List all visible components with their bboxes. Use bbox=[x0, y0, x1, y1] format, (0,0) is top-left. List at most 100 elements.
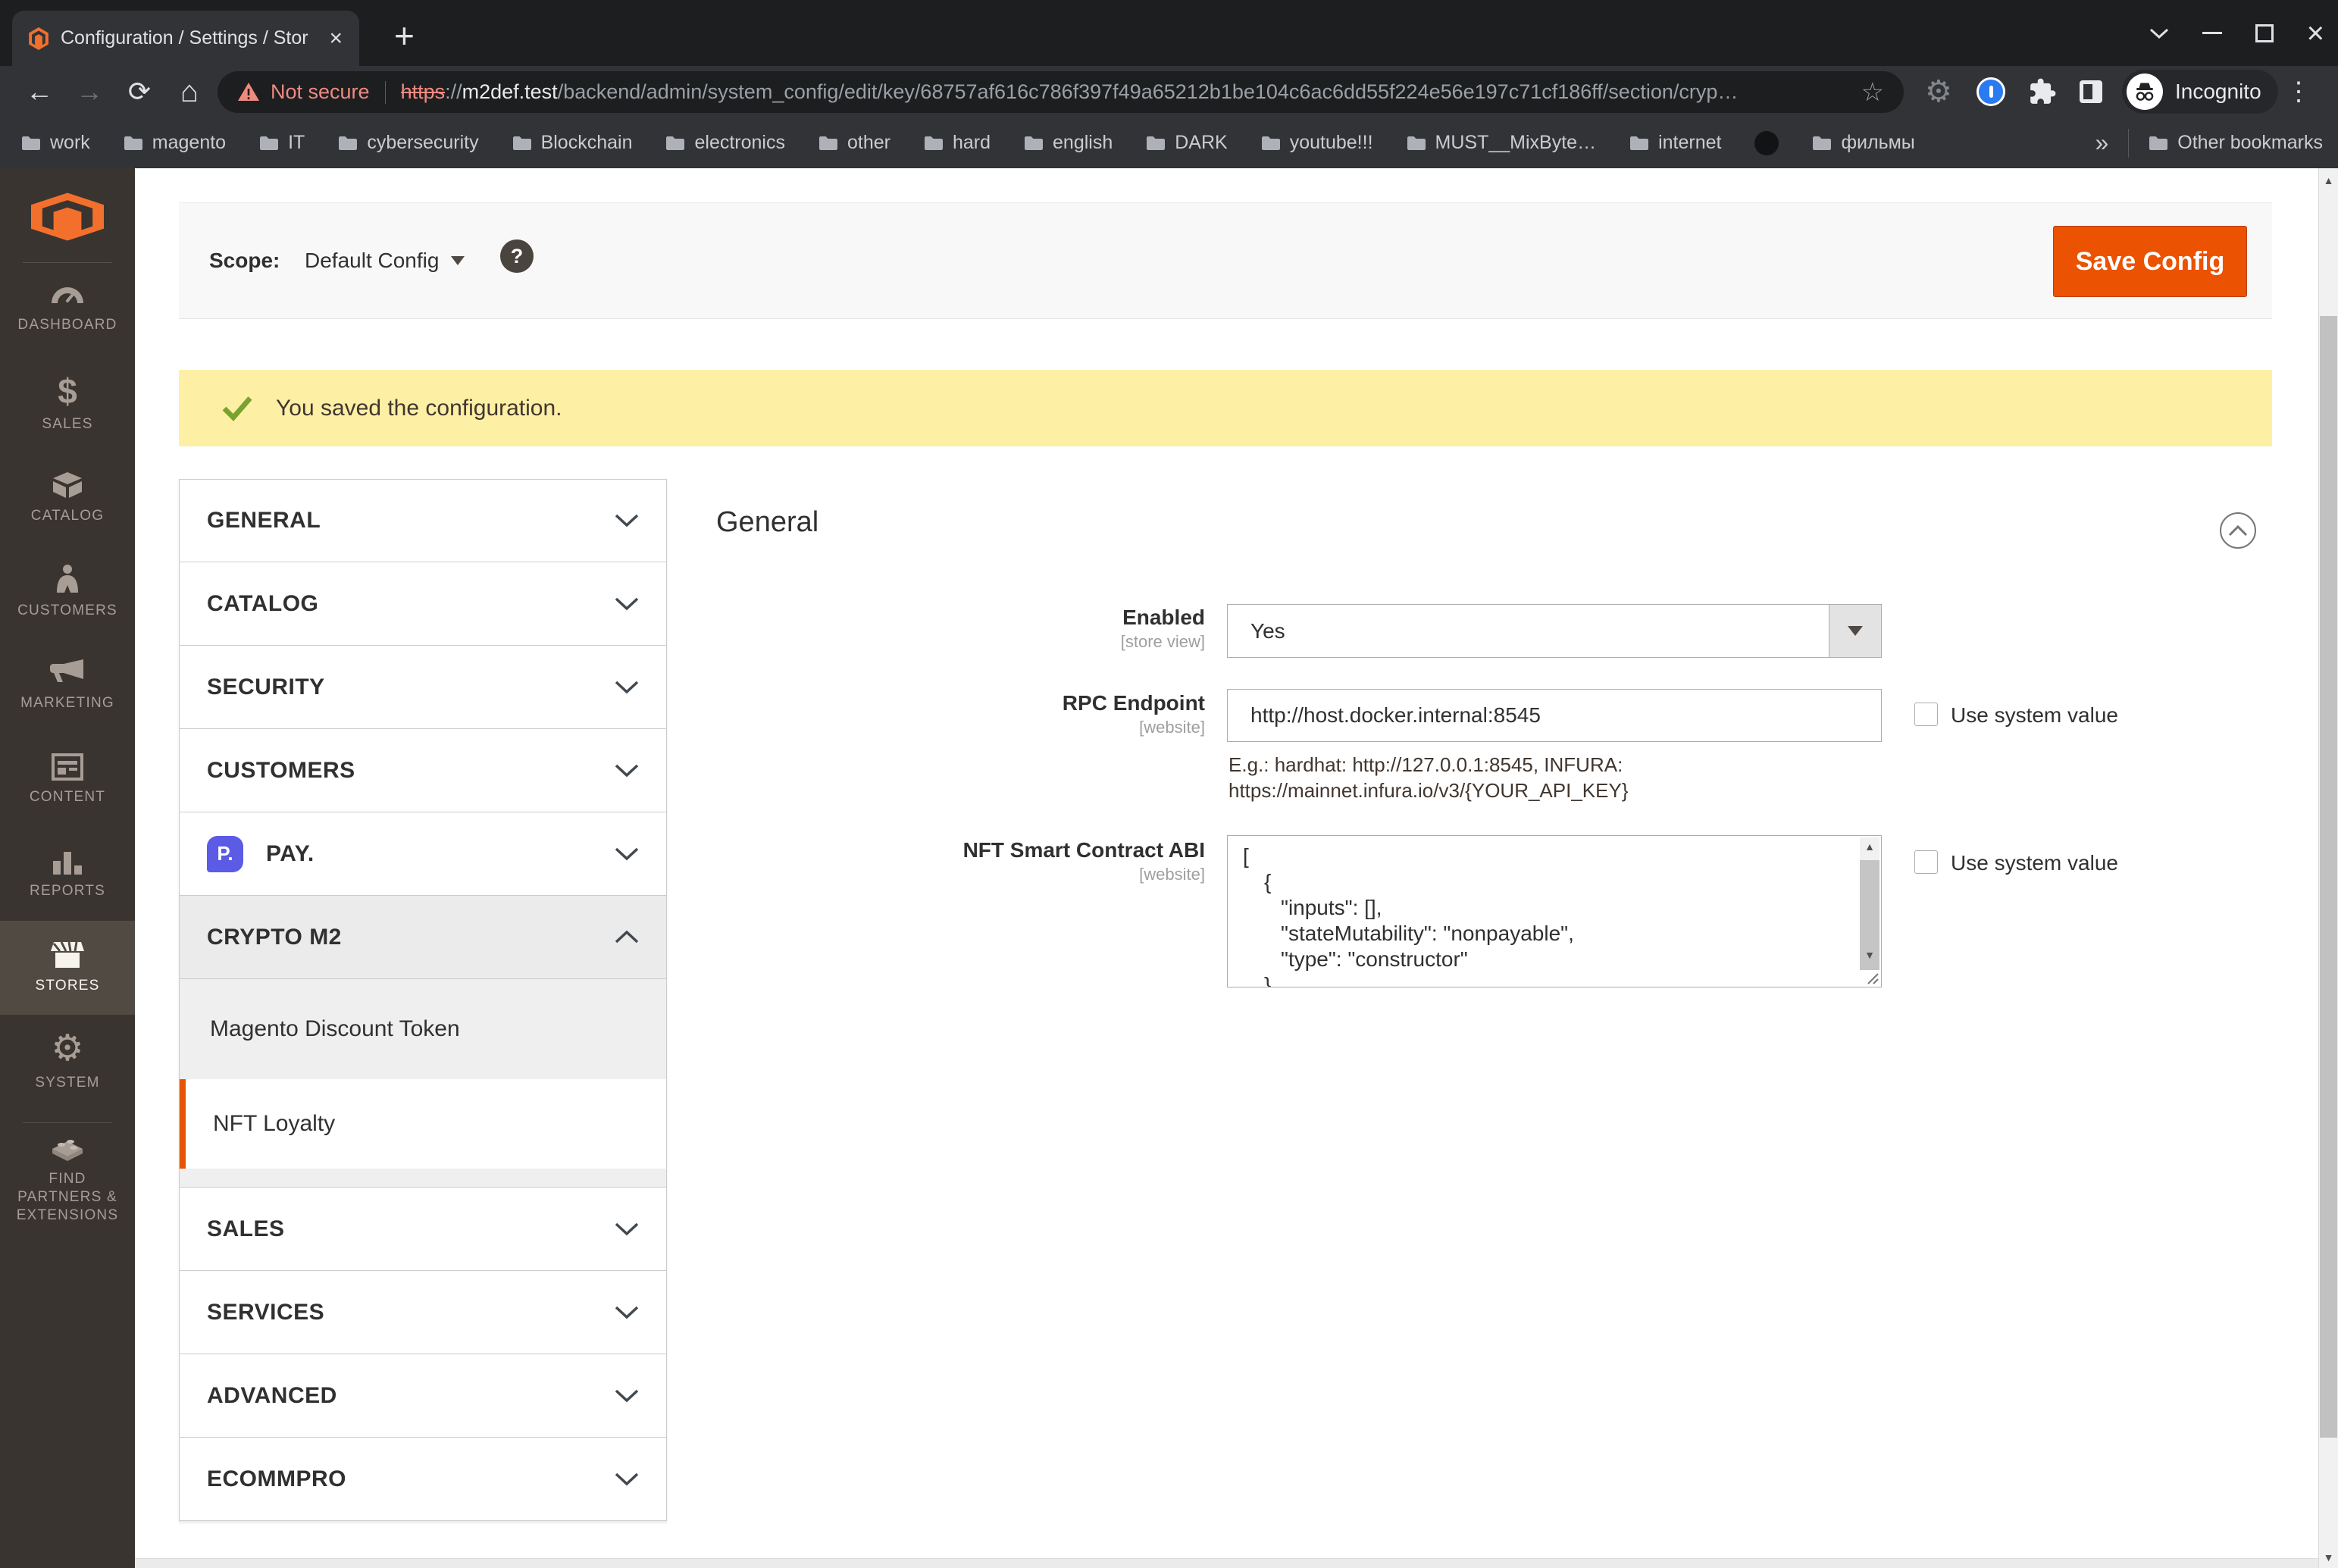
close-window-button[interactable]: × bbox=[2307, 18, 2324, 49]
rpc-use-system-value-checkbox[interactable] bbox=[1914, 703, 1938, 726]
side-panel-icon[interactable] bbox=[2080, 66, 2102, 117]
bookmark-folder[interactable]: other bbox=[818, 132, 890, 154]
tab-search-chevron-icon[interactable] bbox=[2149, 27, 2169, 39]
sidebar-item-customers[interactable]: CUSTOMERS bbox=[0, 545, 135, 639]
config-section-security[interactable]: SECURITY bbox=[179, 646, 667, 729]
bookmark-folder[interactable]: electronics bbox=[665, 132, 785, 154]
textarea-scrollbar[interactable]: ▲ ▼ bbox=[1860, 837, 1879, 970]
sidebar-item-reports[interactable]: REPORTS bbox=[0, 827, 135, 921]
sidebar-item-system[interactable]: ⚙ SYSTEM bbox=[0, 1015, 135, 1109]
not-secure-label[interactable]: Not secure bbox=[271, 80, 370, 104]
crypto-m2-subsections: Magento Discount Token NFT Loyalty bbox=[179, 979, 667, 1188]
back-button[interactable]: ← bbox=[18, 66, 61, 117]
extension-gear-icon[interactable]: ⚙ bbox=[1925, 66, 1952, 117]
bookmark-folder[interactable]: MUST__MixByte… bbox=[1407, 132, 1596, 154]
config-section-sales[interactable]: SALES bbox=[179, 1188, 667, 1271]
page-scrollbar[interactable]: ▲ ▼ bbox=[2318, 168, 2338, 1568]
sidebar-item-find-partners[interactable]: FIND PARTNERS & EXTENSIONS bbox=[0, 1123, 135, 1237]
layout-icon bbox=[52, 753, 83, 781]
bookmark-folder[interactable]: magento bbox=[124, 132, 226, 154]
config-section-services[interactable]: SERVICES bbox=[179, 1271, 667, 1354]
bookmark-folder[interactable]: english bbox=[1024, 132, 1113, 154]
box-icon bbox=[53, 472, 82, 498]
bookmark-folder[interactable]: фильмы bbox=[1812, 132, 1915, 154]
enabled-field-label: Enabled [store view] bbox=[1120, 606, 1205, 651]
scroll-up-icon[interactable]: ▲ bbox=[1860, 840, 1879, 853]
address-bar[interactable]: Not secure https://m2def.test/backend/ad… bbox=[218, 71, 1904, 113]
incognito-badge: Incognito bbox=[2122, 70, 2278, 114]
chevron-down-icon bbox=[615, 764, 639, 777]
scope-help-icon[interactable]: ? bbox=[500, 239, 534, 273]
sidebar-item-catalog[interactable]: CATALOG bbox=[0, 451, 135, 545]
bookmark-folder[interactable]: IT bbox=[259, 132, 305, 154]
sidebar-item-marketing[interactable]: MARKETING bbox=[0, 639, 135, 733]
chevron-up-icon bbox=[615, 930, 639, 943]
reload-button[interactable]: ⟳ bbox=[118, 66, 161, 117]
omnibox-divider bbox=[384, 80, 386, 104]
collapse-section-button[interactable] bbox=[2220, 512, 2256, 549]
enabled-select[interactable]: Yes bbox=[1227, 604, 1882, 658]
config-section-ecommpro[interactable]: ECOMMPRO bbox=[179, 1438, 667, 1521]
abi-textarea[interactable]: [ { "inputs": [], "stateMutability": "no… bbox=[1227, 835, 1882, 987]
config-section-customers[interactable]: CUSTOMERS bbox=[179, 729, 667, 812]
check-icon bbox=[222, 396, 252, 421]
browser-menu-icon[interactable]: ⋮ bbox=[2280, 66, 2318, 117]
config-section-pay[interactable]: P. PAY. bbox=[179, 812, 667, 896]
store-icon bbox=[51, 941, 84, 968]
scope-bar: Scope: Default Config ? Save Config bbox=[179, 202, 2272, 319]
bookmark-folder[interactable]: cybersecurity bbox=[338, 132, 479, 154]
rpc-endpoint-field-label: RPC Endpoint [website] bbox=[1062, 691, 1205, 737]
sidebar-item-content[interactable]: CONTENT bbox=[0, 733, 135, 827]
save-config-button[interactable]: Save Config bbox=[2053, 226, 2247, 297]
dollar-icon: $ bbox=[58, 371, 77, 411]
abi-use-system-value-checkbox[interactable] bbox=[1914, 850, 1938, 874]
scroll-up-icon[interactable]: ▲ bbox=[2319, 174, 2338, 186]
bookmark-folder[interactable]: work bbox=[21, 132, 90, 154]
onepassword-extension-icon[interactable] bbox=[1977, 66, 2005, 117]
config-section-crypto-m2[interactable]: CRYPTO M2 bbox=[179, 896, 667, 979]
subsection-nft-loyalty[interactable]: NFT Loyalty bbox=[180, 1079, 666, 1169]
url-host: m2def.test bbox=[462, 80, 558, 103]
rpc-use-system-value-label: Use system value bbox=[1951, 703, 2118, 727]
sidebar-item-dashboard[interactable]: DASHBOARD bbox=[0, 263, 135, 357]
bookmark-folder[interactable]: Blockchain bbox=[512, 132, 632, 154]
gear-icon: ⚙ bbox=[51, 1028, 84, 1069]
config-nav: GENERAL CATALOG SECURITY CUSTOMERS P. PA… bbox=[179, 479, 667, 1521]
rpc-endpoint-input[interactable]: http://host.docker.internal:8545 bbox=[1227, 689, 1882, 742]
bookmark-folder[interactable]: youtube!!! bbox=[1261, 132, 1373, 154]
scroll-down-icon[interactable]: ▼ bbox=[1860, 949, 1879, 961]
home-button[interactable]: ⌂ bbox=[168, 66, 211, 117]
sidebar-item-sales[interactable]: $ SALES bbox=[0, 357, 135, 451]
bookmark-folder[interactable]: DARK bbox=[1146, 132, 1228, 154]
bookmarks-overflow-chevron[interactable]: » bbox=[2095, 129, 2108, 157]
github-bookmark-icon[interactable] bbox=[1754, 130, 1779, 155]
resize-grip-icon[interactable] bbox=[1865, 971, 1879, 984]
config-section-catalog[interactable]: CATALOG bbox=[179, 562, 667, 646]
magento-logo[interactable] bbox=[31, 185, 104, 249]
chevron-down-icon bbox=[615, 1306, 639, 1319]
extensions-puzzle-icon[interactable] bbox=[2028, 66, 2057, 117]
bookmark-folder[interactable]: hard bbox=[924, 132, 991, 154]
config-section-advanced[interactable]: ADVANCED bbox=[179, 1354, 667, 1438]
other-bookmarks-button[interactable]: Other bookmarks bbox=[2149, 132, 2323, 154]
abi-field-label: NFT Smart Contract ABI [website] bbox=[962, 838, 1205, 884]
abi-textarea-content: [ { "inputs": [], "stateMutability": "no… bbox=[1243, 844, 1574, 987]
bookmark-star-icon[interactable]: ☆ bbox=[1861, 77, 1884, 108]
tab-close-icon[interactable]: × bbox=[329, 27, 343, 50]
admin-sidebar: DASHBOARD $ SALES CATALOG CUSTOMERS MARK… bbox=[0, 168, 135, 1568]
bookmark-folder[interactable]: internet bbox=[1629, 132, 1721, 154]
new-tab-button[interactable]: + bbox=[394, 18, 415, 53]
config-section-general[interactable]: GENERAL bbox=[179, 479, 667, 562]
scroll-down-icon[interactable]: ▼ bbox=[2319, 1551, 2338, 1563]
url-scheme: https bbox=[400, 80, 446, 103]
page-scrollbar-thumb[interactable] bbox=[2320, 316, 2337, 1438]
forward-button[interactable]: → bbox=[68, 66, 111, 117]
browser-tab[interactable]: Configuration / Settings / Stor × bbox=[12, 11, 359, 66]
sidebar-item-stores[interactable]: STORES bbox=[0, 921, 135, 1015]
select-arrow-button[interactable] bbox=[1829, 605, 1881, 657]
scope-switcher[interactable]: Default Config bbox=[305, 249, 465, 273]
maximize-button[interactable] bbox=[2255, 23, 2274, 42]
form-section-title: General bbox=[716, 506, 819, 538]
minimize-button[interactable] bbox=[2202, 32, 2222, 34]
subsection-magento-discount-token[interactable]: Magento Discount Token bbox=[180, 979, 666, 1079]
